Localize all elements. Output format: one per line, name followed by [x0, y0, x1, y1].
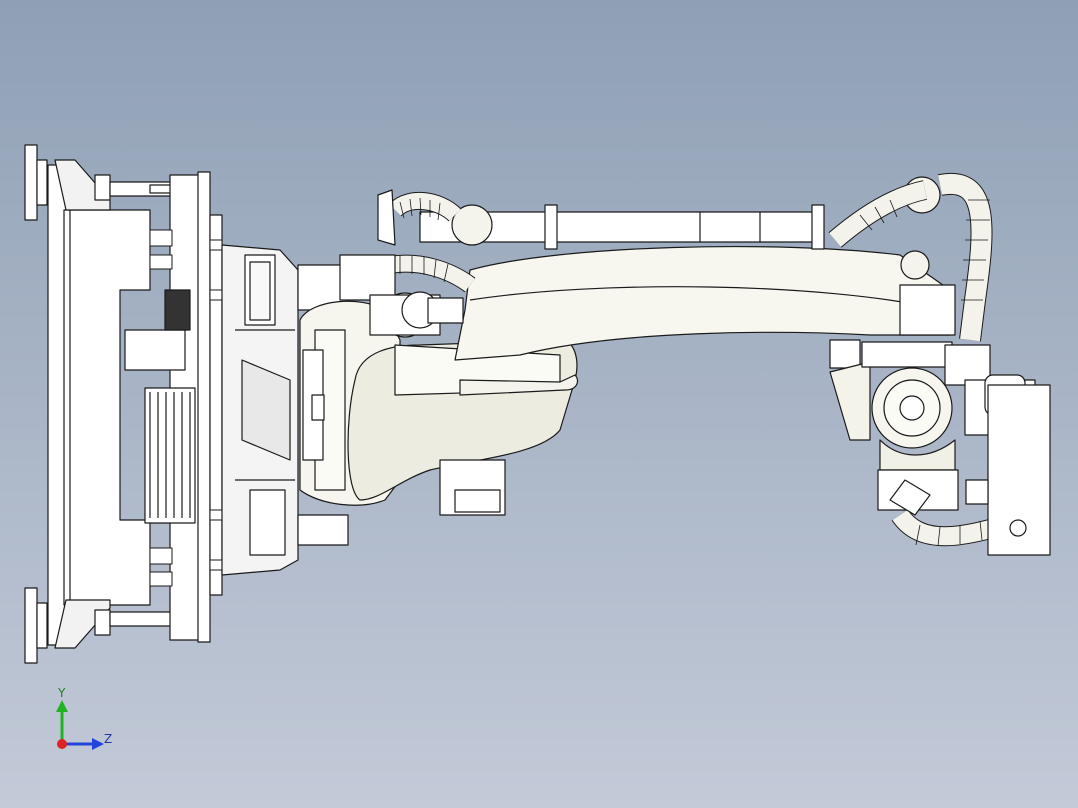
robot-arm-model[interactable] [0, 0, 1078, 808]
y-axis-label: Y [58, 686, 66, 700]
z-axis-label: Z [104, 732, 113, 746]
cad-viewport[interactable]: Y Z [0, 0, 1078, 808]
orientation-triad: Y Z [48, 684, 128, 764]
y-axis-arrow [56, 700, 68, 712]
lower-arm [347, 339, 579, 516]
x-axis-dot [57, 739, 67, 749]
z-axis-arrow [92, 738, 104, 750]
wrist-assembly [829, 339, 1051, 556]
base-frame [24, 144, 223, 664]
